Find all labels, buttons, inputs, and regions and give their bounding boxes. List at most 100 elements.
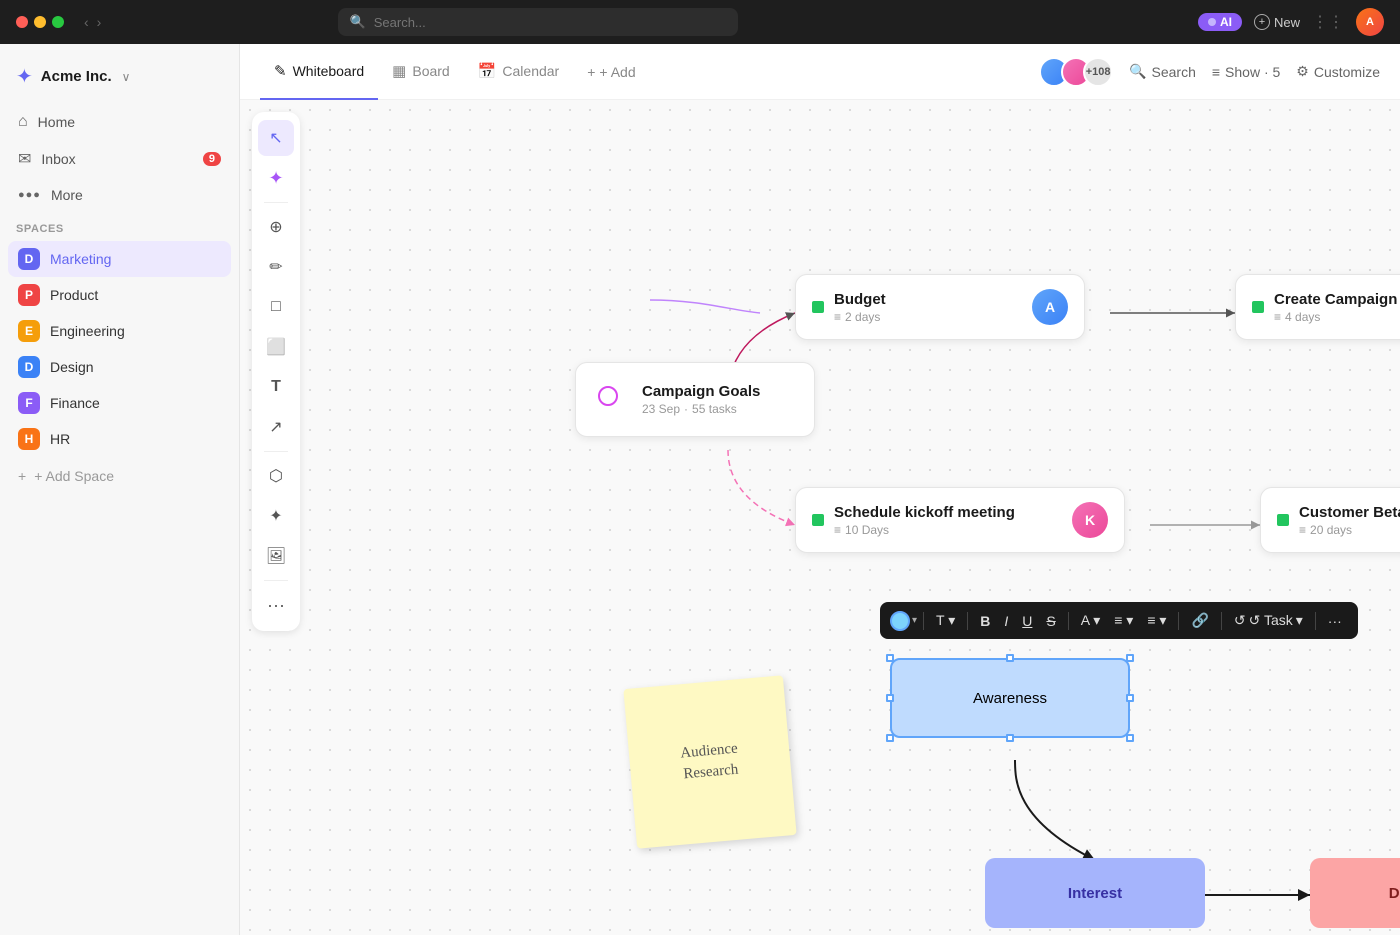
note-tool[interactable]: ⬜	[258, 329, 294, 365]
lines-icon: ≡	[834, 310, 841, 324]
resize-handle-br[interactable]	[1126, 734, 1134, 742]
budget-node[interactable]: Budget ≡ 2 days A	[795, 274, 1085, 340]
sidebar-item-product[interactable]: P Product	[8, 277, 231, 313]
add-tab-button[interactable]: + + Add	[573, 64, 649, 80]
awareness-box-wrapper[interactable]: Awareness	[890, 658, 1130, 738]
underline-button[interactable]: U	[1016, 609, 1038, 633]
link-button[interactable]: 🔗	[1185, 608, 1214, 633]
resize-handle-mr[interactable]	[1126, 694, 1134, 702]
budget-avatar: A	[1032, 289, 1068, 325]
sidebar-item-more[interactable]: ●●● More	[8, 179, 231, 211]
main-content: ✎ Whiteboard ▦ Board 📅 Calendar + + Add …	[240, 44, 1400, 935]
chevron-down-icon[interactable]: ▾	[912, 615, 917, 626]
resize-handle-tr[interactable]	[1126, 654, 1134, 662]
sticky-note[interactable]: Audience Research	[623, 675, 796, 848]
toolbar-divider	[1221, 612, 1222, 630]
sidebar-item-inbox[interactable]: ✉ Inbox 9	[8, 141, 231, 177]
tab-whiteboard[interactable]: ✎ Whiteboard	[260, 44, 378, 100]
resize-handle-bm[interactable]	[1006, 734, 1014, 742]
campaign-goals-sub: 23 Sep · 55 tasks	[642, 402, 760, 416]
list-button[interactable]: ≡ ▾	[1141, 608, 1172, 633]
ai-badge[interactable]: AI	[1198, 13, 1242, 31]
maximize-dot[interactable]	[52, 16, 64, 28]
toolbar-divider-1	[264, 202, 288, 203]
connect-tool[interactable]: ⬡	[258, 458, 294, 494]
sidebar-item-engineering[interactable]: E Engineering	[8, 313, 231, 349]
campaign-goals-node[interactable]: Campaign Goals 23 Sep · 55 tasks	[575, 362, 815, 437]
campaign-status-icon	[1252, 301, 1264, 313]
more-tools-button[interactable]: ···	[258, 587, 294, 623]
tab-board[interactable]: ▦ Board	[378, 44, 464, 100]
close-dot[interactable]	[16, 16, 28, 28]
font-style-button[interactable]: T ▾	[930, 608, 961, 633]
sidebar-item-marketing[interactable]: D Marketing	[8, 241, 231, 277]
resize-handle-tm[interactable]	[1006, 654, 1014, 662]
campaign-days: 4 days	[1285, 310, 1320, 324]
spaces-section-title: Spaces	[0, 211, 239, 241]
forward-button[interactable]: ›	[97, 14, 102, 30]
minimize-dot[interactable]	[34, 16, 46, 28]
color-picker[interactable]	[890, 611, 910, 631]
sidebar-item-home[interactable]: ⌂ Home	[8, 105, 231, 139]
customize-button[interactable]: ⚙ Customize	[1296, 63, 1380, 80]
strikethrough-button[interactable]: S	[1040, 609, 1061, 633]
arrow-tool[interactable]: ↗	[258, 409, 294, 445]
engineering-dot: E	[18, 320, 40, 342]
image-tool[interactable]: 🖼	[258, 538, 294, 574]
align-button[interactable]: ≡ ▾	[1108, 608, 1139, 633]
search-icon: 🔍	[1129, 63, 1146, 80]
toolbar-divider	[1178, 612, 1179, 630]
home-icon: ⌂	[18, 113, 28, 131]
plus-icon: +	[587, 64, 595, 80]
browser-search-bar[interactable]: 🔍	[338, 8, 738, 36]
kickoff-avatar: K	[1072, 502, 1108, 538]
select-tool[interactable]: ↖	[258, 120, 294, 156]
show-button[interactable]: ≡ Show · 5	[1212, 64, 1280, 80]
logo[interactable]: ✦ Acme Inc. ∨	[0, 56, 239, 105]
show-icon: ≡	[1212, 64, 1220, 80]
kickoff-days: 10 Days	[845, 523, 889, 537]
sidebar-item-finance[interactable]: F Finance	[8, 385, 231, 421]
bold-button[interactable]: B	[974, 609, 996, 633]
search-button[interactable]: 🔍 Search	[1129, 63, 1196, 80]
sidebar-item-hr[interactable]: H HR	[8, 421, 231, 457]
home-label: Home	[38, 114, 75, 130]
sidebar-item-design[interactable]: D Design	[8, 349, 231, 385]
whiteboard-tab-label: Whiteboard	[293, 63, 365, 79]
grid-icon[interactable]: ⋮⋮	[1312, 12, 1344, 32]
user-avatar[interactable]: A	[1356, 8, 1384, 36]
pen-tool[interactable]: ✏	[258, 249, 294, 285]
globe-tool[interactable]: ⊕	[258, 209, 294, 245]
canvas-area[interactable]: ↖ ✦ ⊕ ✏ □ ⬜ T ↗ ⬡ ✦ 🖼 ···	[240, 100, 1400, 935]
magic-tool[interactable]: ✦	[258, 160, 294, 196]
create-campaign-node[interactable]: Create Campaign ≡ 4 days M	[1235, 274, 1400, 340]
resize-handle-bl[interactable]	[886, 734, 894, 742]
new-label: New	[1274, 15, 1300, 30]
inbox-label: Inbox	[41, 151, 75, 167]
text-tool[interactable]: T	[258, 369, 294, 405]
sparkle-tool[interactable]: ✦	[258, 498, 294, 534]
more-options-button[interactable]: ···	[1322, 609, 1348, 633]
add-space-button[interactable]: + + Add Space	[0, 461, 239, 491]
decision-label: Decision	[1389, 885, 1400, 902]
resize-handle-tl[interactable]	[886, 654, 894, 662]
rect-tool[interactable]: □	[258, 289, 294, 325]
new-button[interactable]: + New	[1254, 14, 1300, 30]
lines-icon: ≡	[834, 523, 841, 537]
beta-sub: ≡ 20 days	[1299, 523, 1400, 537]
interest-box[interactable]: Interest	[985, 858, 1205, 928]
font-size-button[interactable]: A ▾	[1075, 608, 1107, 633]
add-space-label: + Add Space	[34, 468, 114, 484]
back-button[interactable]: ‹	[84, 14, 89, 30]
resize-handle-ml[interactable]	[886, 694, 894, 702]
toolbar-divider-2	[264, 451, 288, 452]
browser-search-input[interactable]	[374, 15, 726, 30]
task-button[interactable]: ↺ ↺ Task ▾	[1228, 608, 1309, 633]
tab-calendar[interactable]: 📅 Calendar	[464, 44, 574, 100]
schedule-kickoff-node[interactable]: Schedule kickoff meeting ≡ 10 Days K	[795, 487, 1125, 553]
italic-button[interactable]: I	[998, 609, 1014, 633]
awareness-box[interactable]: Awareness	[890, 658, 1130, 738]
customer-beta-node[interactable]: Customer Beta ≡ 20 days B ›	[1260, 487, 1400, 553]
decision-box[interactable]: Decision	[1310, 858, 1400, 928]
finance-label: Finance	[50, 395, 100, 411]
